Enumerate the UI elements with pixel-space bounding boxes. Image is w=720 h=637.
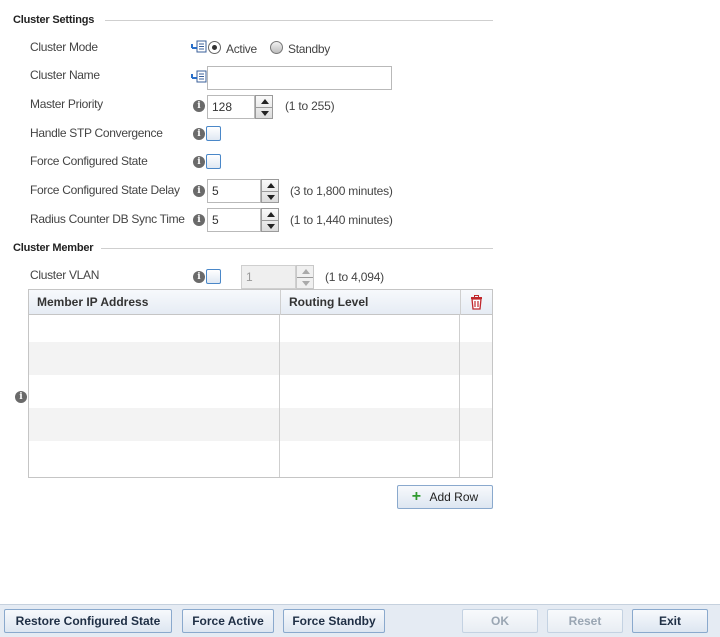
ok-button[interactable]: OK [462,609,538,633]
table-row [29,441,492,474]
cluster-member-divider [101,248,493,249]
info-icon: i [193,100,205,112]
cluster-settings-title: Cluster Settings [13,14,95,26]
force-active-button[interactable]: Force Active [182,609,274,633]
restore-configured-state-button[interactable]: Restore Configured State [4,609,172,633]
radius-sync-time-stepper[interactable] [261,208,279,232]
cluster-vlan-checkbox[interactable] [206,269,221,284]
cluster-mode-active-radio[interactable] [208,41,221,54]
plus-icon: + [411,488,422,505]
table-body [29,315,492,477]
table-row [29,342,492,375]
exit-button[interactable]: Exit [632,609,708,633]
cluster-mode-standby-radio[interactable] [270,41,283,54]
cluster-settings-divider [105,20,493,21]
force-state-delay-input[interactable] [207,179,261,203]
cluster-name-label: Cluster Name [30,68,100,82]
force-configured-state-checkbox[interactable] [206,154,221,169]
column-header-member-ip[interactable]: Member IP Address [29,290,280,315]
force-state-delay-stepper[interactable] [261,179,279,203]
cluster-name-input[interactable] [207,66,392,90]
radius-sync-time-range: (1 to 1,440 minutes) [290,213,393,227]
cluster-member-table: Member IP Address Routing Level [28,289,493,478]
force-standby-button[interactable]: Force Standby [283,609,385,633]
cluster-member-title: Cluster Member [13,242,94,254]
table-row [29,375,492,408]
column-divider [279,315,280,477]
cluster-vlan-stepper[interactable] [296,265,314,289]
stp-convergence-label: Handle STP Convergence [30,126,163,140]
cluster-mode-standby-label: Standby [288,42,330,56]
inherit-arrow-icon[interactable] [191,70,207,84]
master-priority-input[interactable] [207,95,255,119]
delete-column-header [460,290,492,315]
table-row [29,315,492,342]
trash-icon[interactable] [470,295,483,310]
info-icon: i [193,271,205,283]
column-header-routing-level[interactable]: Routing Level [280,290,460,315]
table-row [29,408,492,441]
inherit-arrow-icon[interactable] [191,40,207,54]
force-state-delay-label: Force Configured State Delay [30,183,180,197]
info-icon: i [193,214,205,226]
cluster-mode-active-label: Active [226,42,257,56]
stp-convergence-checkbox[interactable] [206,126,221,141]
force-configured-state-label: Force Configured State [30,154,148,168]
add-row-button[interactable]: + Add Row [397,485,493,509]
radius-sync-time-label: Radius Counter DB Sync Time [30,212,185,226]
reset-button[interactable]: Reset [547,609,623,633]
cluster-vlan-input[interactable] [241,265,296,289]
radius-sync-time-input[interactable] [207,208,261,232]
master-priority-label: Master Priority [30,97,103,111]
table-header: Member IP Address Routing Level [29,290,492,315]
master-priority-stepper[interactable] [255,95,273,119]
info-icon: i [15,391,27,403]
cluster-vlan-label: Cluster VLAN [30,268,100,282]
column-divider [459,315,460,477]
master-priority-range: (1 to 255) [285,99,335,113]
force-state-delay-range: (3 to 1,800 minutes) [290,184,393,198]
info-icon: i [193,128,205,140]
cluster-mode-label: Cluster Mode [30,40,98,54]
info-icon: i [193,156,205,168]
cluster-vlan-range: (1 to 4,094) [325,270,384,284]
info-icon: i [193,185,205,197]
